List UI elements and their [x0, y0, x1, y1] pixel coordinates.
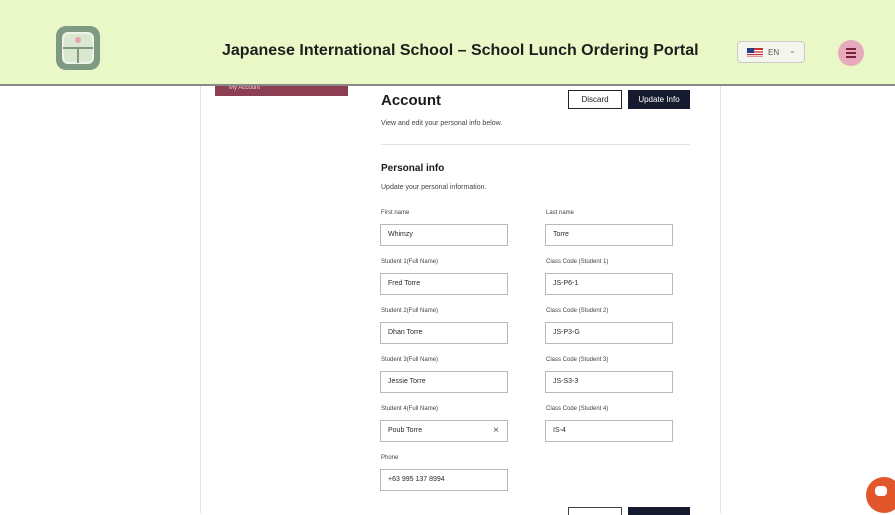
class-code-2-label: Class Code (Student 2)	[546, 308, 609, 314]
student3-name-field[interactable]: Jessie Torre	[380, 371, 508, 393]
personal-info-heading: Personal info	[381, 163, 445, 174]
student2-name-field[interactable]: Dhan Torre	[380, 322, 508, 344]
class-code-1-label: Class Code (Student 1)	[546, 259, 609, 265]
first-name-field[interactable]: Whimzy	[380, 224, 508, 246]
discard-button[interactable]: Discard	[568, 90, 622, 109]
page-title: Japanese International School – School L…	[222, 42, 699, 59]
chevron-down-icon: ⌄	[789, 46, 796, 55]
content-frame-right-border	[720, 86, 721, 513]
personal-info-subtitle: Update your personal information.	[381, 184, 487, 191]
language-selector[interactable]: EN ⌄	[737, 41, 805, 63]
student4-name-label: Student 4(Full Name)	[381, 406, 439, 412]
language-code: EN	[768, 48, 780, 57]
class-code-4-field[interactable]: IS-4	[545, 420, 673, 442]
student1-name-field[interactable]: Fred Torre	[380, 273, 508, 295]
top-header: Japanese International School – School L…	[0, 0, 895, 86]
class-code-2-field[interactable]: JS-P3-G	[545, 322, 673, 344]
last-name-field[interactable]: Torre	[545, 224, 673, 246]
phone-label: Phone	[381, 455, 399, 461]
bottom-update-button[interactable]	[628, 507, 690, 515]
content-frame-left-border	[200, 86, 201, 513]
chat-widget-button[interactable]	[866, 477, 895, 513]
student4-name-value: Poub Torre	[388, 427, 423, 434]
first-name-label: First name	[381, 210, 410, 216]
bottom-discard-button[interactable]	[568, 507, 622, 515]
chat-bubble-icon	[875, 486, 887, 496]
account-heading: Account	[381, 92, 441, 109]
us-flag-icon	[747, 48, 763, 57]
last-name-label: Last name	[546, 210, 575, 216]
student4-name-field[interactable]: Poub Torre ×	[380, 420, 508, 442]
class-code-4-label: Class Code (Student 4)	[546, 406, 609, 412]
class-code-1-field[interactable]: JS-P6-1	[545, 273, 673, 295]
menu-line-icon	[846, 52, 856, 54]
menu-line-icon	[846, 56, 856, 58]
phone-field[interactable]: +63 995 137 8994	[380, 469, 508, 491]
school-logo-icon[interactable]	[56, 26, 100, 70]
clear-icon[interactable]: ×	[493, 421, 499, 441]
account-subtitle: View and edit your personal info below.	[381, 120, 503, 127]
student3-name-label: Student 3(Full Name)	[381, 357, 439, 363]
student1-name-label: Student 1(Full Name)	[381, 259, 439, 265]
class-code-3-label: Class Code (Student 3)	[546, 357, 609, 363]
student2-name-label: Student 2(Full Name)	[381, 308, 439, 314]
section-divider	[381, 144, 690, 145]
sidebar-item-my-account[interactable]: My Account	[215, 86, 348, 96]
menu-line-icon	[846, 48, 856, 50]
update-info-button[interactable]: Update Info	[628, 90, 690, 109]
hamburger-menu-button[interactable]	[838, 40, 864, 66]
class-code-3-field[interactable]: JS-S3-3	[545, 371, 673, 393]
